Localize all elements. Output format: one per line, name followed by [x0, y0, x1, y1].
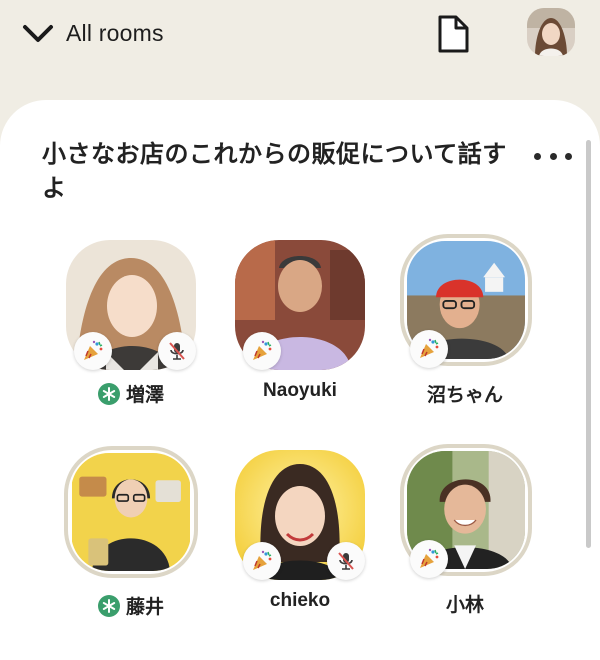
speaker-name-row: 藤井 — [56, 592, 206, 619]
all-rooms-button[interactable]: All rooms — [22, 14, 164, 52]
document-icon[interactable] — [436, 14, 470, 54]
speaker-name: 沼ちゃん — [426, 385, 503, 406]
speaker-name-row: 増澤 — [56, 380, 206, 407]
scrollbar[interactable] — [586, 140, 591, 548]
mic-off-icon — [169, 342, 185, 360]
room-card: 小さなお店のこれからの販促について話すよ 増澤 Naoyuki 沼ちゃん 藤井 … — [0, 100, 600, 660]
party-popper-icon — [420, 548, 439, 568]
more-dot-icon — [549, 152, 557, 160]
muted-badge — [327, 542, 365, 580]
speaker-name: 藤井 — [125, 597, 164, 618]
speaker-name-row: 小林 — [390, 590, 540, 617]
celebration-badge — [243, 332, 281, 370]
party-popper-icon — [420, 338, 439, 358]
speaker-name: 増澤 — [125, 385, 164, 406]
moderator-icon — [97, 382, 120, 405]
room-title: 小さなお店のこれからの販促について話すよ — [42, 141, 507, 202]
party-popper-icon — [253, 340, 272, 360]
speaker-name-row: 沼ちゃん — [390, 380, 540, 407]
speaker-name-row: Naoyuki — [225, 380, 375, 402]
moderator-icon — [97, 594, 120, 617]
speaker-name-row: chieko — [225, 590, 375, 612]
speaker-name: 小林 — [445, 595, 484, 616]
top-bar: All rooms — [0, 0, 600, 100]
muted-badge — [158, 332, 196, 370]
mic-off-icon — [338, 552, 354, 570]
more-dot-icon — [534, 152, 541, 160]
chevron-down-icon — [23, 25, 53, 42]
speaker-name: Naoyuki — [263, 380, 337, 401]
party-popper-icon — [84, 340, 103, 360]
celebration-badge — [410, 540, 448, 578]
celebration-badge — [243, 542, 281, 580]
more-options-button[interactable] — [534, 144, 572, 168]
celebration-badge — [410, 330, 448, 368]
speaker-name: chieko — [269, 590, 331, 611]
all-rooms-label: All rooms — [66, 19, 164, 46]
celebration-badge — [74, 332, 112, 370]
party-popper-icon — [253, 550, 272, 570]
more-dot-icon — [565, 152, 572, 160]
speaker-avatar — [64, 446, 198, 578]
my-profile-avatar[interactable] — [527, 8, 575, 56]
